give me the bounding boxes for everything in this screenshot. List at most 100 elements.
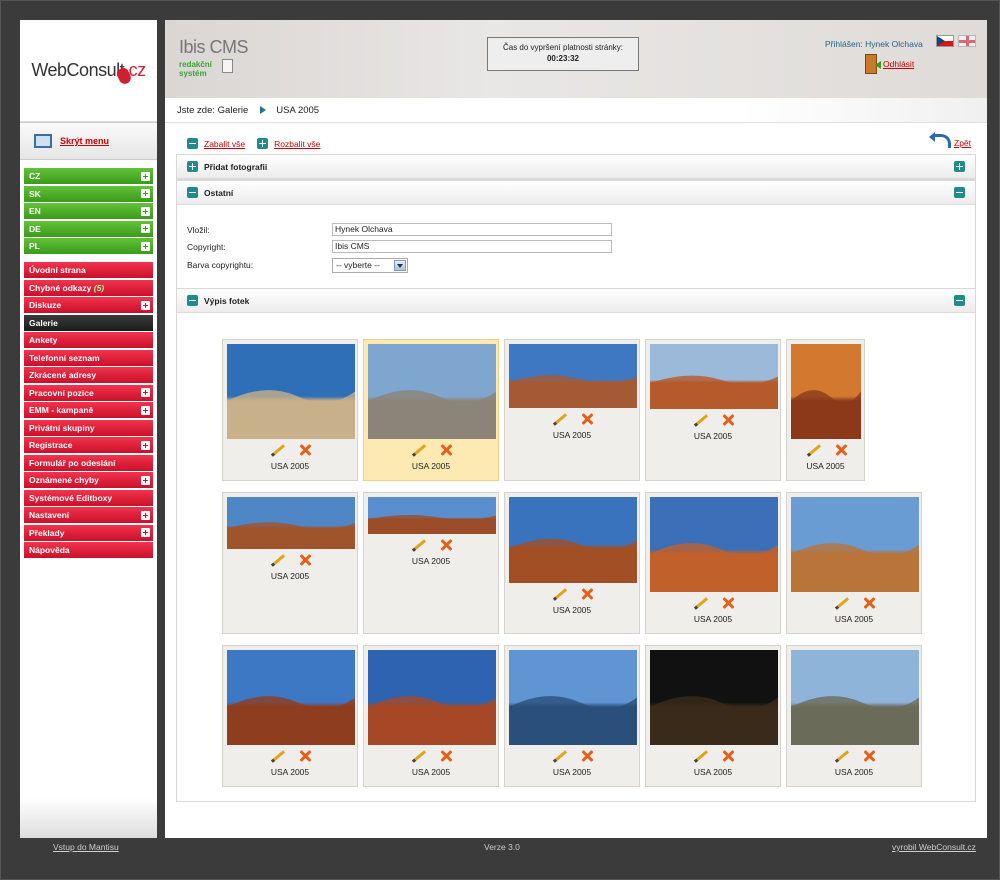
delete-icon[interactable] bbox=[440, 444, 452, 456]
logout-link[interactable]: Odhlásit bbox=[883, 59, 914, 69]
photo-thumbnail[interactable] bbox=[509, 344, 637, 408]
photo-card[interactable]: USA 2005 bbox=[645, 339, 781, 481]
plus-icon[interactable] bbox=[141, 528, 150, 537]
edit-pencil-icon[interactable] bbox=[410, 444, 424, 456]
delete-icon[interactable] bbox=[722, 597, 734, 609]
sidebar-item[interactable]: Privátní skupiny bbox=[24, 419, 153, 436]
photo-thumbnail[interactable] bbox=[650, 344, 778, 409]
lang-item-sk[interactable]: SK bbox=[24, 185, 153, 202]
sidebar-item[interactable]: Nápověda bbox=[24, 542, 153, 558]
delete-icon[interactable] bbox=[581, 750, 593, 762]
collapse-all-link[interactable]: Zabalit vše bbox=[204, 139, 245, 149]
author-field[interactable]: Hynek Olchava bbox=[332, 223, 612, 236]
photo-thumbnail[interactable] bbox=[650, 650, 778, 745]
panel-list-header[interactable]: Výpis fotek bbox=[177, 289, 975, 313]
logout-icon[interactable] bbox=[865, 54, 881, 74]
photo-thumbnail[interactable] bbox=[368, 344, 496, 439]
edit-pencil-icon[interactable] bbox=[551, 750, 565, 762]
photo-card[interactable]: USA 2005 bbox=[645, 645, 781, 787]
edit-pencil-icon[interactable] bbox=[692, 414, 706, 426]
back-link[interactable]: Zpět bbox=[954, 138, 971, 148]
photo-card[interactable]: USA 2005 bbox=[363, 339, 499, 481]
edit-pencil-icon[interactable] bbox=[833, 750, 847, 762]
sidebar-item[interactable]: Telefonní seznam bbox=[24, 349, 153, 366]
expand-all-icon[interactable] bbox=[257, 138, 269, 149]
photo-card[interactable]: USA 2005 bbox=[222, 492, 358, 634]
photo-thumbnail[interactable] bbox=[509, 497, 637, 583]
delete-icon[interactable] bbox=[863, 597, 875, 609]
collapse-right-icon[interactable] bbox=[954, 295, 965, 306]
hide-menu-link[interactable]: Skrýt menu bbox=[60, 136, 109, 146]
sidebar-item[interactable]: Pracovní pozice bbox=[24, 384, 153, 401]
photo-thumbnail[interactable] bbox=[368, 497, 496, 534]
chevron-down-icon[interactable] bbox=[394, 260, 406, 271]
expand-right-icon[interactable] bbox=[954, 161, 965, 172]
copyright-field[interactable]: Ibis CMS bbox=[332, 240, 612, 253]
lang-item-pl[interactable]: PL bbox=[24, 238, 153, 254]
photo-thumbnail[interactable] bbox=[227, 650, 355, 745]
edit-pencil-icon[interactable] bbox=[692, 750, 706, 762]
collapse-all-icon[interactable] bbox=[187, 138, 198, 149]
lang-item-en[interactable]: EN bbox=[24, 203, 153, 219]
delete-icon[interactable] bbox=[299, 444, 311, 456]
flag-cz-icon[interactable] bbox=[936, 35, 954, 47]
photo-card[interactable]: USA 2005 bbox=[786, 339, 865, 481]
photo-card[interactable]: USA 2005 bbox=[504, 339, 640, 481]
plus-icon[interactable] bbox=[141, 241, 150, 251]
lang-item-cz[interactable]: CZ bbox=[24, 168, 153, 184]
panel-add-header[interactable]: Přidat fotografii bbox=[177, 155, 975, 179]
sidebar-item[interactable]: Nastavení bbox=[24, 507, 153, 523]
delete-icon[interactable] bbox=[299, 750, 311, 762]
delete-icon[interactable] bbox=[863, 750, 875, 762]
delete-icon[interactable] bbox=[722, 414, 734, 426]
plus-icon[interactable] bbox=[141, 206, 150, 216]
sidebar-item[interactable]: Překlady bbox=[24, 524, 153, 541]
delete-icon[interactable] bbox=[440, 539, 452, 551]
plus-icon[interactable] bbox=[141, 388, 150, 397]
photo-card[interactable]: USA 2005 bbox=[504, 645, 640, 787]
photo-card[interactable]: USA 2005 bbox=[786, 645, 922, 787]
lang-item-de[interactable]: DE bbox=[24, 220, 153, 237]
photo-card[interactable]: USA 2005 bbox=[363, 645, 499, 787]
photo-thumbnail[interactable] bbox=[368, 650, 496, 745]
sidebar-item[interactable]: Galerie bbox=[24, 314, 153, 331]
expand-icon[interactable] bbox=[187, 161, 198, 172]
delete-icon[interactable] bbox=[440, 750, 452, 762]
sidebar-item[interactable]: Chybné odkazy (5) bbox=[24, 279, 153, 296]
photo-thumbnail[interactable] bbox=[227, 344, 355, 439]
sidebar-item[interactable]: Úvodní strana bbox=[24, 262, 153, 278]
edit-pencil-icon[interactable] bbox=[551, 588, 565, 600]
author-link[interactable]: vyrobil WebConsult.cz bbox=[892, 842, 976, 852]
expand-all-link[interactable]: Rozbalit vše bbox=[274, 139, 320, 149]
back-arrow-icon[interactable] bbox=[929, 132, 951, 148]
photo-card[interactable]: USA 2005 bbox=[786, 492, 922, 634]
photo-thumbnail[interactable] bbox=[791, 344, 861, 439]
photo-card[interactable]: USA 2005 bbox=[645, 492, 781, 634]
plus-icon[interactable] bbox=[141, 189, 150, 198]
sidebar-item[interactable]: Zkrácené adresy bbox=[24, 367, 153, 383]
sidebar-item[interactable]: Diskuze bbox=[24, 297, 153, 313]
delete-icon[interactable] bbox=[581, 588, 593, 600]
photo-thumbnail[interactable] bbox=[227, 497, 355, 549]
photo-card[interactable]: USA 2005 bbox=[222, 339, 358, 481]
edit-pencil-icon[interactable] bbox=[805, 444, 819, 456]
photo-thumbnail[interactable] bbox=[791, 650, 919, 745]
plus-icon[interactable] bbox=[141, 224, 150, 233]
flag-gb-icon[interactable] bbox=[958, 35, 976, 47]
edit-pencil-icon[interactable] bbox=[410, 750, 424, 762]
collapse-icon[interactable] bbox=[187, 187, 198, 198]
edit-pencil-icon[interactable] bbox=[269, 554, 283, 566]
edit-pencil-icon[interactable] bbox=[833, 597, 847, 609]
photo-card[interactable]: USA 2005 bbox=[363, 492, 499, 634]
sidebar-item[interactable]: Oznámené chyby bbox=[24, 472, 153, 488]
plus-icon[interactable] bbox=[141, 440, 150, 450]
sidebar-item[interactable]: EMM - kampaně bbox=[24, 402, 153, 418]
sidebar-item[interactable]: Ankety bbox=[24, 332, 153, 348]
photo-card[interactable]: USA 2005 bbox=[504, 492, 640, 634]
plus-icon[interactable] bbox=[141, 405, 150, 415]
plus-icon[interactable] bbox=[141, 171, 150, 181]
edit-pencil-icon[interactable] bbox=[269, 444, 283, 456]
photo-thumbnail[interactable] bbox=[650, 497, 778, 592]
photo-card[interactable]: USA 2005 bbox=[222, 645, 358, 787]
collapse-icon[interactable] bbox=[187, 295, 198, 306]
